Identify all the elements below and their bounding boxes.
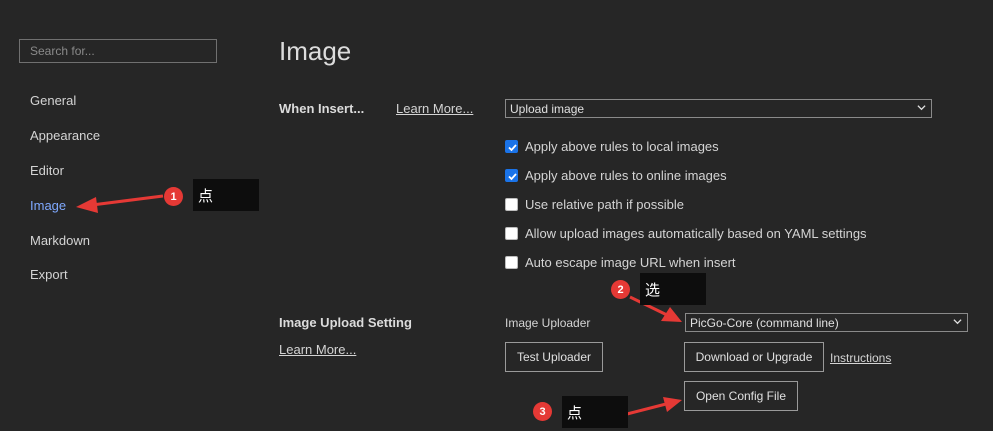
annotation-marker-1: 1	[164, 187, 183, 206]
annotation-arrows	[76, 194, 682, 416]
annotation-marker-3: 3	[533, 402, 552, 421]
annotation-marker-2: 2	[611, 280, 630, 299]
annotation-arrow-3	[626, 397, 682, 416]
annotation-note-2: 选	[640, 273, 706, 305]
annotation-note-1: 点	[193, 179, 259, 211]
annotation-note-3: 点	[562, 396, 628, 428]
annotation-arrow-1	[76, 194, 164, 213]
